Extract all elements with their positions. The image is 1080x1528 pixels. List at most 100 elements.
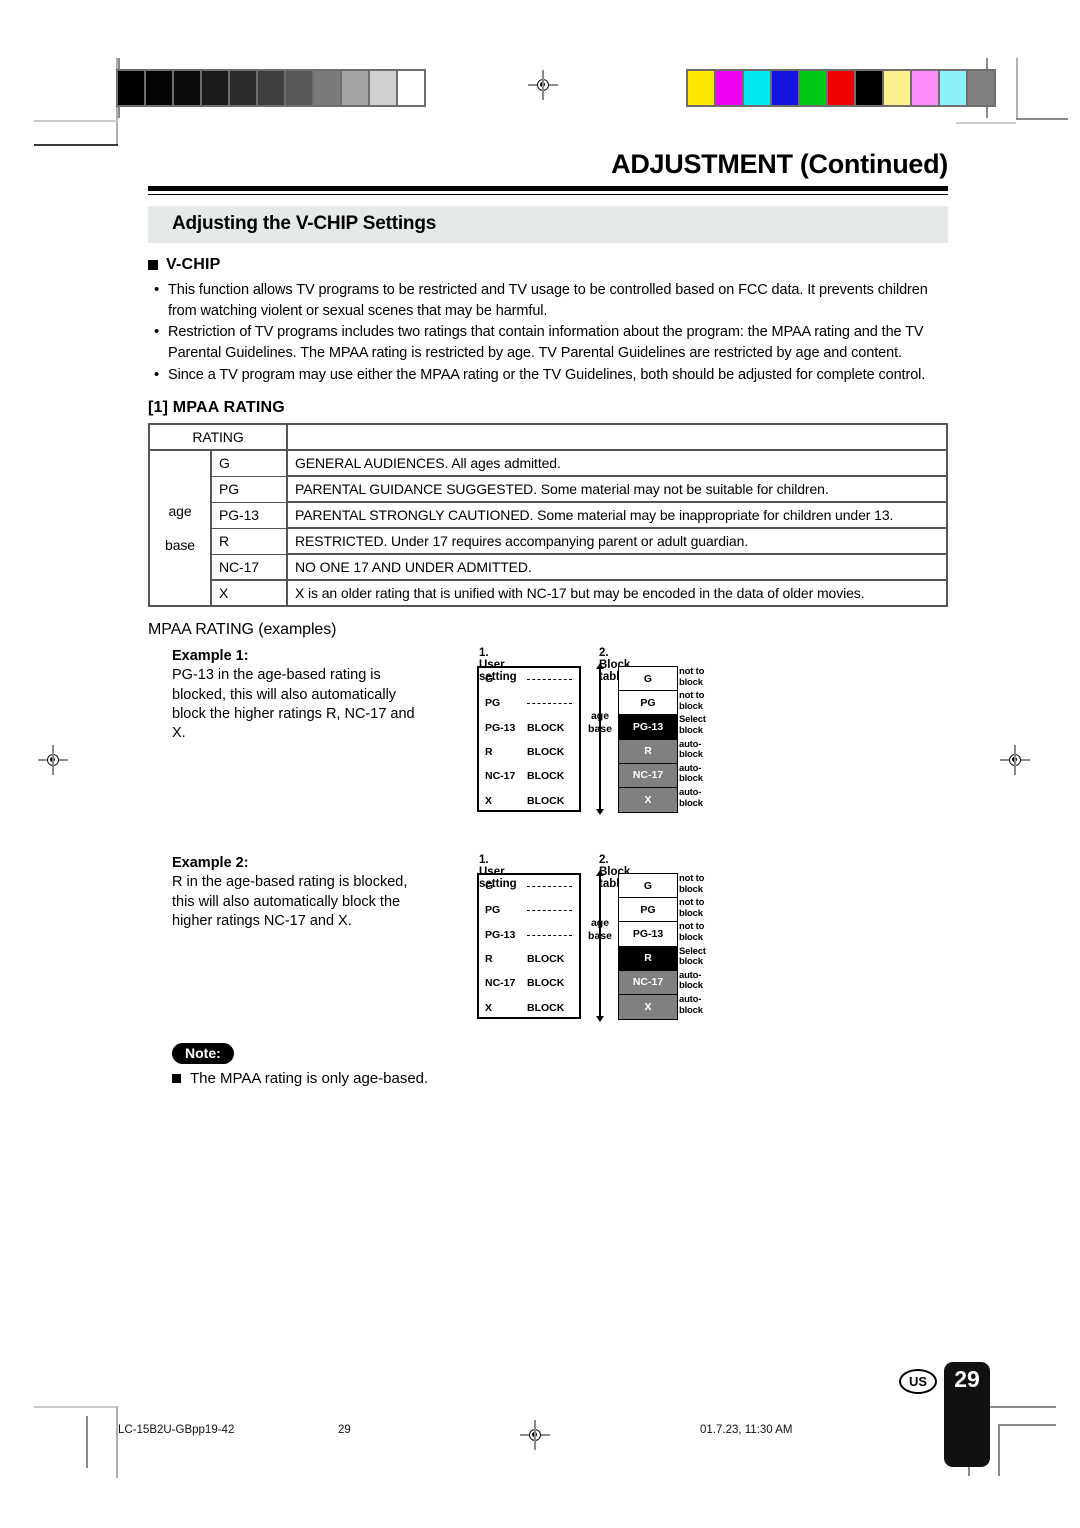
color-patch: [772, 71, 798, 105]
region-badge: US: [899, 1369, 937, 1394]
block-state-note: Select block: [679, 714, 739, 738]
age-base-label: age base: [585, 917, 615, 943]
rating-code: G: [485, 880, 494, 893]
user-setting-row: NC-17 BLOCK: [479, 972, 579, 996]
color-patch: [912, 71, 938, 105]
color-bar-strip: [686, 69, 996, 107]
title-rule-thin: [148, 193, 948, 196]
rating-code: PG: [485, 697, 501, 710]
block-state-note-line: block: [679, 1004, 703, 1016]
block-state-note: not to block: [679, 921, 739, 945]
base-label: base: [165, 537, 195, 554]
user-setting-row: NC-17 BLOCK: [479, 765, 579, 789]
rating-code: PG-13: [210, 501, 288, 529]
block-state-note-line: block: [679, 956, 703, 968]
footer-filename: LC-15B2U-GBpp19-42: [118, 1424, 235, 1436]
block-table-cell: R: [619, 739, 677, 764]
table-header-row: RATING: [148, 423, 948, 452]
block-state-note: not to block: [679, 897, 739, 921]
section-heading: Adjusting the V-CHIP Settings: [148, 206, 948, 244]
dashed-line-icon: [527, 886, 572, 888]
user-setting-row: G: [479, 875, 579, 899]
rating-description: X is an older rating that is unified wit…: [286, 579, 948, 608]
block-state-note-line: block: [679, 700, 703, 712]
title-rule-thick: [148, 185, 948, 191]
color-patch: [342, 71, 368, 105]
rating-code: R: [485, 953, 493, 966]
table-row: NC-17 NO ONE 17 AND UNDER ADMITTED.: [149, 553, 948, 582]
rating-code: G: [210, 449, 288, 477]
block-state-note: Select block: [679, 946, 739, 970]
user-setting-row: G: [479, 668, 579, 692]
dashed-line-icon: [527, 910, 572, 912]
block-state-note-line: block: [679, 907, 703, 919]
user-setting-box: G PG PG-13 BLOCK R BLOCK NC-17 BLOCK X BLOCK: [477, 666, 581, 814]
registration-mark-right: [1000, 745, 1030, 775]
registration-dot: [1009, 754, 1021, 766]
footer-timestamp: 01.7.23, 11:30 AM: [700, 1424, 793, 1436]
example-2: Example 2: R in the age-based rating is …: [148, 854, 948, 1039]
subsection-label: V-CHIP: [166, 256, 221, 274]
user-setting-box: G PG PG-13 R BLOCK NC-17 BLOCK X BLOCK: [477, 873, 581, 1020]
dashed-line-icon: [527, 703, 572, 705]
example-1: Example 1: PG-13 in the age-based rating…: [148, 647, 948, 832]
rating-description: RESTRICTED. Under 17 requires accompanyi…: [286, 527, 948, 556]
list-item: Since a TV program may use either the MP…: [148, 364, 948, 386]
block-state-note: auto-block: [679, 763, 739, 787]
page-number-tab: 29: [944, 1362, 990, 1467]
user-setting-row: PG-13 BLOCK: [479, 717, 579, 741]
rating-code: PG: [485, 904, 501, 917]
block-value: BLOCK: [527, 977, 565, 990]
block-state-note-line: block: [679, 883, 703, 895]
block-state-note-line: block: [679, 932, 703, 944]
rating-code: NC-17: [210, 553, 288, 581]
note-text: The MPAA rating is only age-based.: [190, 1070, 429, 1088]
color-patch: [118, 71, 144, 105]
block-state-note-line: block: [679, 773, 703, 785]
intro-bullet-list: This function allows TV programs to be r…: [148, 279, 948, 386]
bullet-square-icon: [172, 1074, 181, 1084]
block-state-note-line: block: [679, 749, 703, 761]
block-value: BLOCK: [527, 794, 565, 807]
block-table: G PG PG-13 R NC-17 X: [618, 666, 678, 814]
color-patch: [202, 71, 228, 105]
age-base-arrow-icon: [596, 663, 604, 816]
block-state-note: auto-block: [679, 994, 739, 1018]
block-table-cell: NC-17: [619, 763, 677, 789]
color-patch: [884, 71, 910, 105]
registration-dot: [47, 754, 59, 766]
rating-description: PARENTAL GUIDANCE SUGGESTED. Some materi…: [286, 475, 948, 504]
age-base-group-label: age base: [148, 449, 212, 608]
block-state-note-line: block: [679, 980, 703, 992]
rating-code: R: [485, 746, 493, 759]
footer-page-number: 29: [338, 1424, 351, 1436]
dashed-line-icon: [527, 934, 572, 936]
block-state-note: auto-block: [679, 970, 739, 994]
block-state-note-line: block: [679, 797, 703, 809]
rating-code: NC-17: [485, 977, 516, 990]
rating-code: X: [485, 794, 493, 807]
block-state-note: not to block: [679, 690, 739, 714]
bullet-square-icon: [148, 260, 158, 271]
list-item: This function allows TV programs to be r…: [148, 279, 948, 321]
block-table-cell: PG: [619, 691, 677, 716]
block-table-cell: G: [619, 874, 677, 899]
color-patch: [398, 71, 424, 105]
page-content: ADJUSTMENT (Continued) Adjusting the V-C…: [148, 149, 948, 1088]
example-2-text: Example 2: R in the age-based rating is …: [172, 854, 432, 931]
block-state-note: not to block: [679, 666, 739, 690]
block-value: BLOCK: [527, 721, 565, 734]
color-patch: [716, 71, 742, 105]
block-value: BLOCK: [527, 770, 565, 783]
page-title: ADJUSTMENT (Continued): [611, 149, 948, 179]
block-table-cell: PG-13: [619, 715, 677, 740]
user-setting-row: X BLOCK: [479, 790, 579, 814]
age-base-label: age base: [585, 710, 615, 736]
color-patch: [230, 71, 256, 105]
trim-line-top-left: [34, 120, 118, 122]
color-patch: [940, 71, 966, 105]
table-row: PG PARENTAL GUIDANCE SUGGESTED. Some mat…: [149, 475, 948, 504]
rating-code: G: [485, 673, 494, 686]
column-header-description: [286, 423, 948, 452]
block-table-cell: NC-17: [619, 970, 677, 996]
